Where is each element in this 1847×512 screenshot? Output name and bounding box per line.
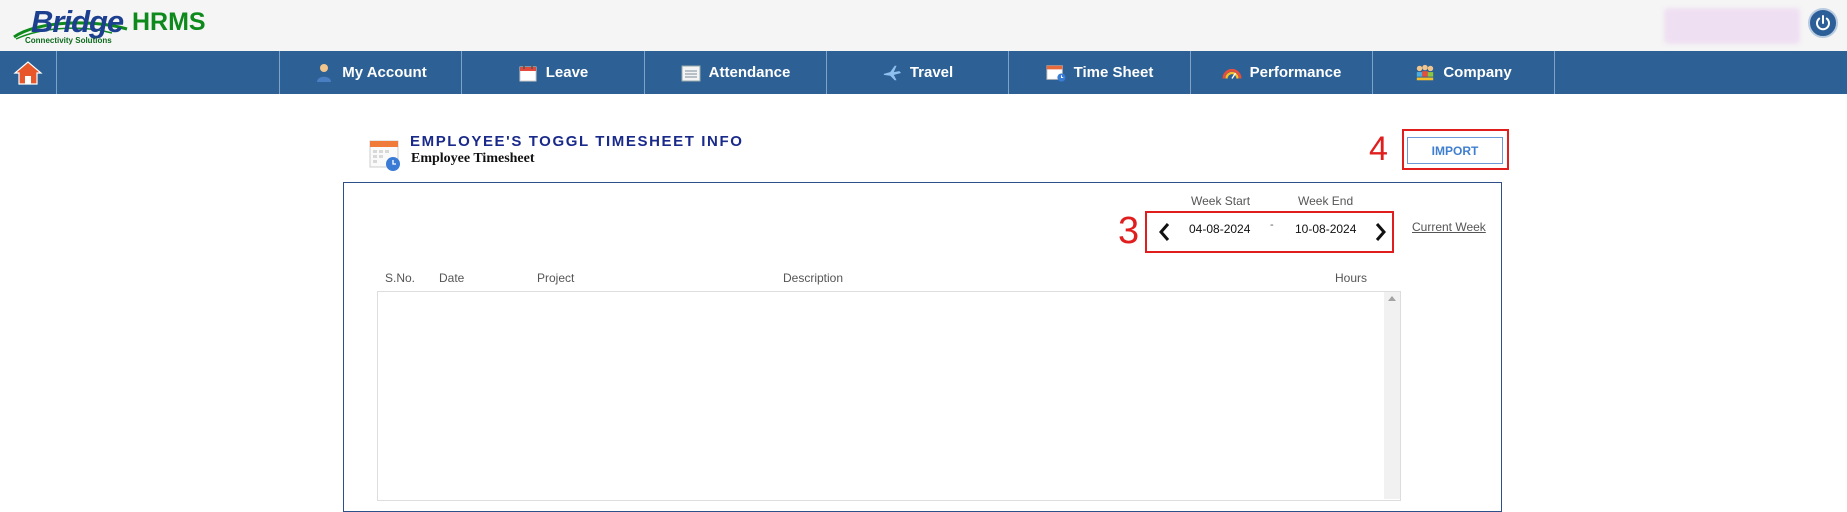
nav-travel[interactable]: Travel — [826, 51, 1008, 94]
scroll-up-arrow-icon[interactable] — [1388, 296, 1396, 301]
page-title: EMPLOYEE'S TOGGL TIMESHEET INFO — [410, 133, 744, 150]
power-icon[interactable] — [1808, 8, 1838, 38]
chevron-right-icon — [1375, 223, 1386, 241]
timesheet-list[interactable] — [377, 291, 1401, 501]
column-header-project: Project — [537, 271, 575, 285]
nav-leave-label: Leave — [545, 64, 589, 81]
calendar-clock-icon — [1046, 63, 1066, 83]
attendance-icon — [681, 63, 701, 83]
week-end-input[interactable]: 10-08-2024 — [1295, 222, 1356, 236]
annotation-number-3: 3 — [1118, 210, 1140, 252]
person-icon — [314, 63, 334, 83]
calendar-icon — [518, 63, 538, 83]
logo-bridge-text: Bridge — [31, 4, 124, 39]
team-icon — [1415, 63, 1435, 83]
main-nav: My Account Leave Attendance Travel Time … — [0, 51, 1847, 94]
nav-my-account[interactable]: My Account — [279, 51, 461, 94]
nav-company-label: Company — [1443, 64, 1512, 81]
nav-company[interactable]: Company — [1372, 51, 1554, 94]
week-start-label: Week Start — [1191, 194, 1251, 208]
bridge-hrms-logo[interactable]: Bridge HRMS Connectivity Solutions — [12, 3, 212, 49]
list-scrollbar[interactable] — [1384, 292, 1400, 499]
current-week-link[interactable]: Current Week — [1412, 220, 1486, 234]
nav-leave[interactable]: Leave — [461, 51, 644, 94]
previous-week-button[interactable] — [1153, 218, 1175, 246]
airplane-icon — [882, 63, 902, 83]
logo-hrms-text: HRMS — [132, 8, 206, 36]
nav-time-sheet-label: Time Sheet — [1073, 64, 1154, 81]
nav-time-sheet[interactable]: Time Sheet — [1008, 51, 1190, 94]
week-end-label: Week End — [1298, 194, 1354, 208]
home-icon — [13, 60, 43, 85]
nav-performance-label: Performance — [1249, 64, 1342, 81]
column-header-hours: Hours — [1335, 271, 1368, 285]
annotation-box-week — [1145, 211, 1394, 253]
week-separator: - — [1270, 219, 1274, 231]
column-header-sno: S.No. — [385, 271, 416, 285]
gauge-icon — [1222, 63, 1242, 83]
column-header-date: Date — [439, 271, 465, 285]
nav-my-account-label: My Account — [342, 64, 427, 81]
nav-performance[interactable]: Performance — [1190, 51, 1372, 94]
annotation-number-4: 4 — [1369, 130, 1388, 168]
logo-tagline: Connectivity Solutions — [25, 36, 112, 45]
timesheet-calendar-icon — [369, 137, 403, 173]
chevron-left-icon — [1159, 223, 1170, 241]
nav-home[interactable] — [0, 51, 57, 94]
nav-attendance[interactable]: Attendance — [644, 51, 826, 94]
import-button[interactable]: IMPORT — [1407, 137, 1503, 164]
nav-travel-label: Travel — [909, 64, 954, 81]
next-week-button[interactable] — [1370, 218, 1392, 246]
nav-divider — [1554, 51, 1555, 94]
user-name-blurred[interactable] — [1664, 8, 1800, 44]
column-header-description: Description — [783, 271, 844, 285]
nav-attendance-label: Attendance — [708, 64, 791, 81]
week-start-input[interactable]: 04-08-2024 — [1189, 222, 1250, 236]
page-subtitle: Employee Timesheet — [411, 151, 535, 166]
app-header: Bridge HRMS Connectivity Solutions — [0, 0, 1847, 51]
